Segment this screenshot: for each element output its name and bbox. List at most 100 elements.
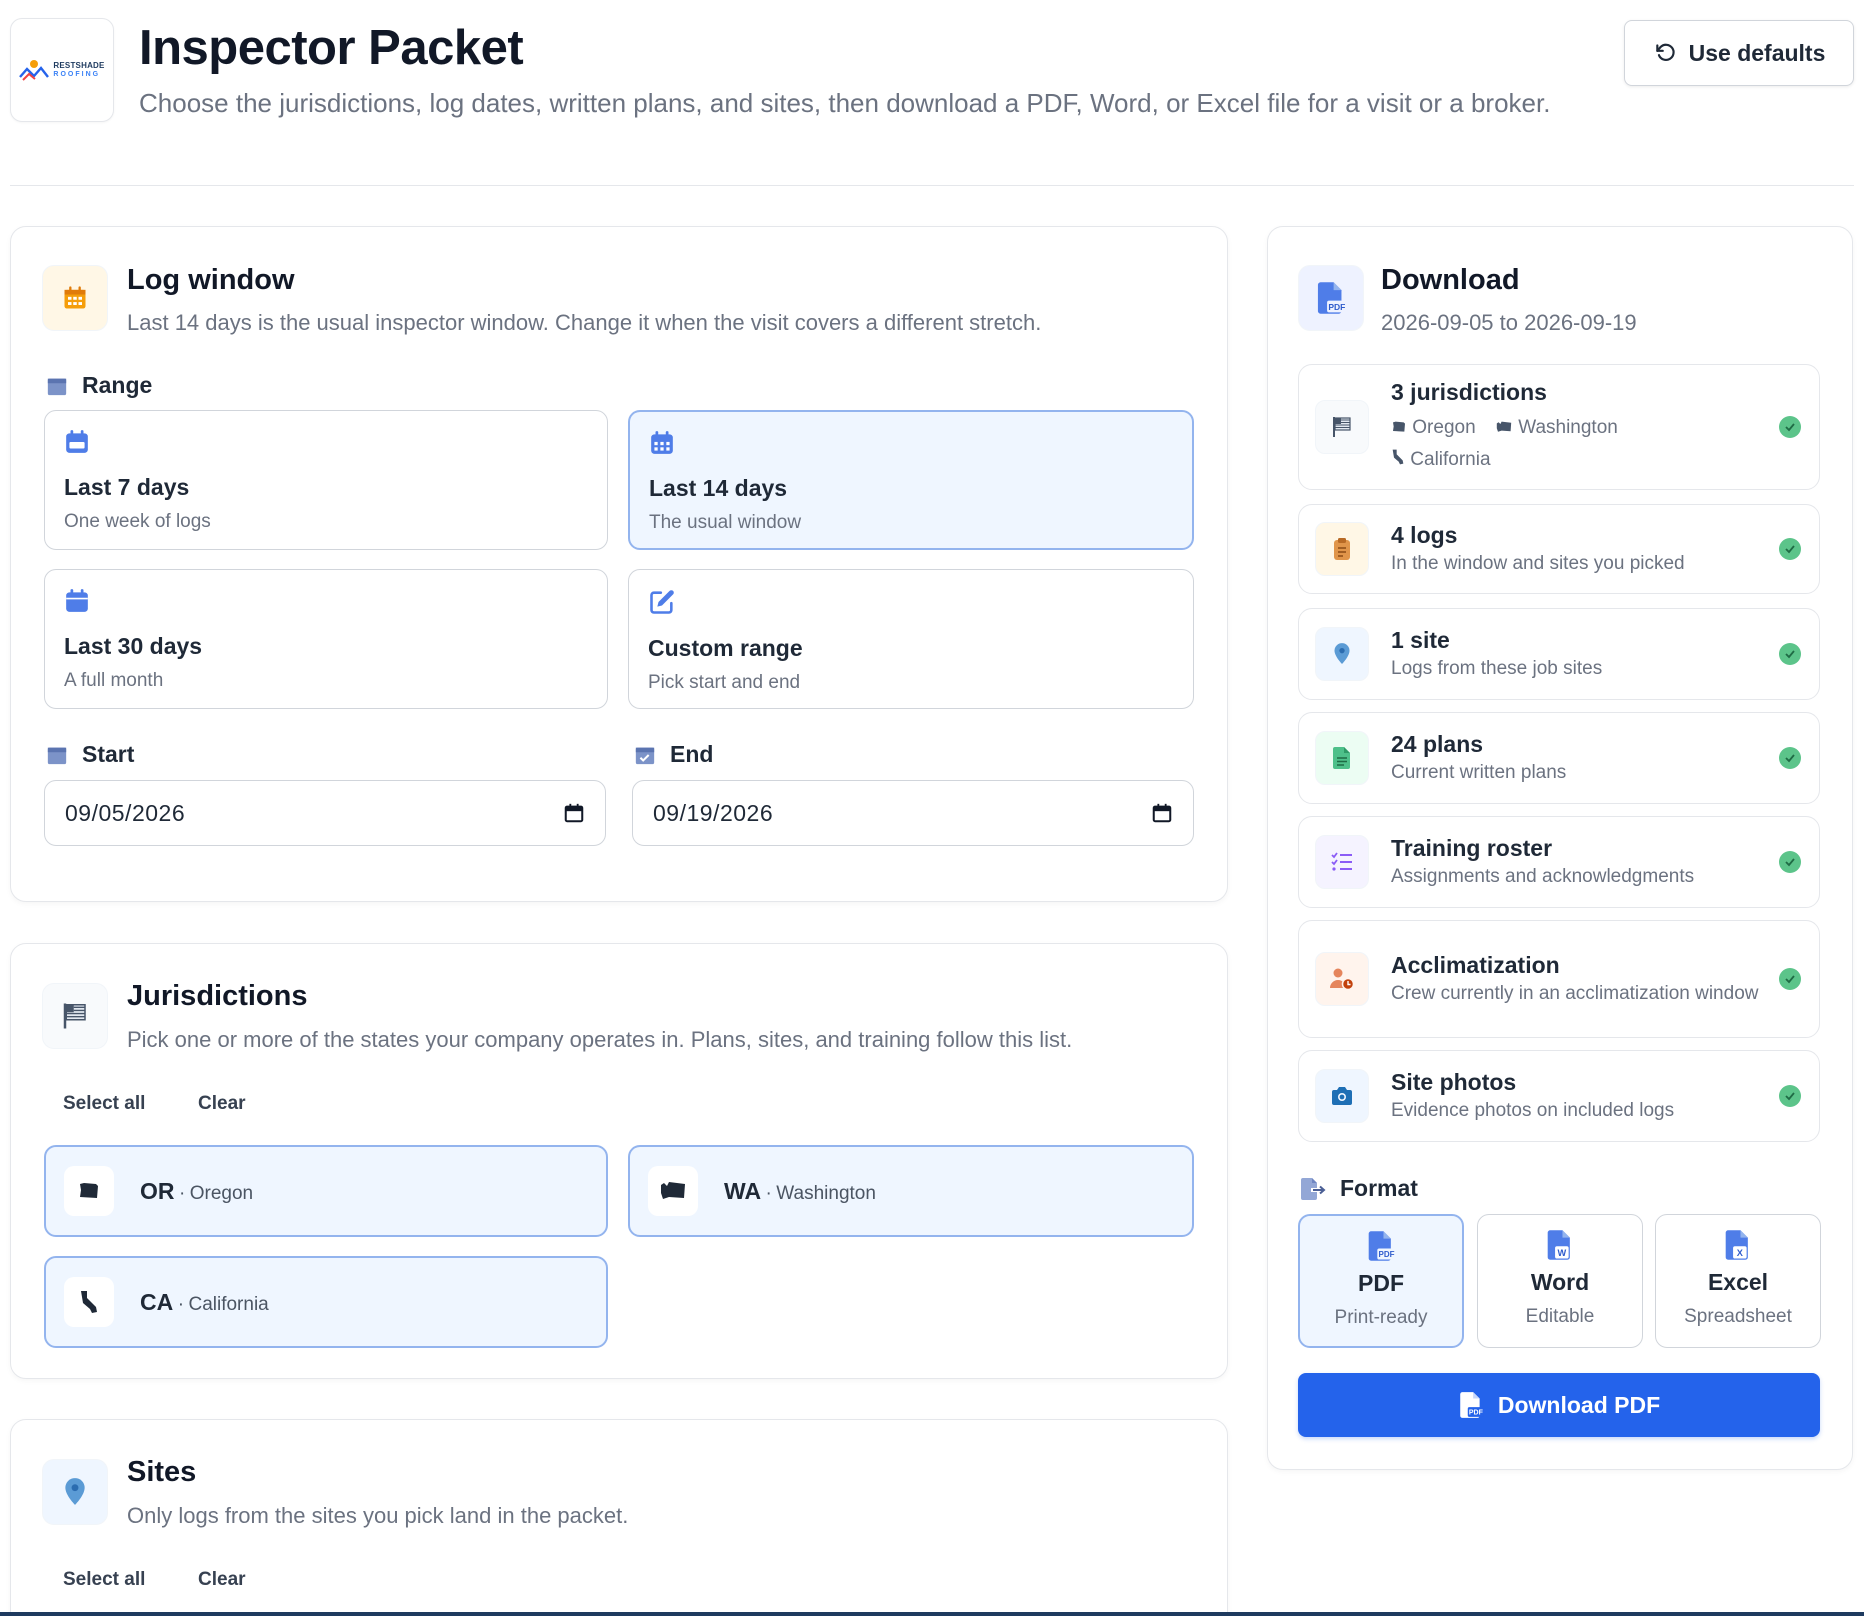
format-option-pdf[interactable]: PDF PDF Print-ready xyxy=(1298,1214,1464,1348)
calendar-week-icon xyxy=(66,430,88,453)
california-state-icon xyxy=(1392,449,1404,464)
edit-icon xyxy=(650,590,674,614)
calendar-picker-icon[interactable] xyxy=(1151,802,1173,824)
format-option-excel[interactable]: X Excel Spreadsheet xyxy=(1655,1214,1821,1348)
excel-file-icon: X xyxy=(1725,1230,1748,1260)
washington-state-icon xyxy=(648,1166,698,1216)
summary-plans: 24 plans Current written plans xyxy=(1298,712,1820,804)
summary-acclimatization: Acclimatization Crew currently in an acc… xyxy=(1298,920,1820,1038)
check-icon xyxy=(1779,851,1801,873)
summary-subtitle: Current written plans xyxy=(1391,761,1567,783)
word-file-icon: W xyxy=(1547,1230,1570,1260)
pdf-file-icon: PDF xyxy=(1460,1392,1484,1418)
format-title: Excel xyxy=(1707,1269,1769,1295)
company-logo: RESTSHADE ROOFING xyxy=(10,18,114,122)
check-icon xyxy=(1779,538,1801,560)
calendar-check-icon xyxy=(635,747,655,764)
format-title: PDF xyxy=(1358,1270,1404,1296)
summary-subtitle: Logs from these job sites xyxy=(1391,657,1603,679)
sites-select-all-button[interactable]: Select all xyxy=(63,1569,145,1591)
range-option-title: Last 7 days xyxy=(64,474,190,500)
jurisdiction-name: Washington xyxy=(776,1182,876,1204)
user-clock-icon xyxy=(1315,952,1369,1006)
summary-sites: 1 site Logs from these job sites xyxy=(1298,608,1820,700)
jurisdictions-description: Pick one or more of the states your comp… xyxy=(127,1027,1073,1052)
page-title: Inspector Packet xyxy=(139,21,524,75)
jurisdiction-abbr: WA xyxy=(724,1177,762,1204)
summary-title: Training roster xyxy=(1391,834,1553,861)
summary-title: Site photos xyxy=(1391,1068,1517,1095)
log-window-description: Last 14 days is the usual inspector wind… xyxy=(127,310,1042,335)
range-label: Range xyxy=(46,372,152,399)
oregon-state-icon xyxy=(64,1166,114,1216)
start-date-value: 09/05/2026 xyxy=(65,799,186,826)
jurisdiction-name: Oregon xyxy=(189,1182,254,1204)
summary-subtitle: In the window and sites you picked xyxy=(1391,552,1685,574)
svg-text:W: W xyxy=(1557,1248,1566,1258)
start-label: Start xyxy=(46,741,134,768)
calendar-picker-icon[interactable] xyxy=(563,802,585,824)
jurisdiction-abbr: OR xyxy=(140,1177,175,1204)
end-date-input[interactable]: 09/19/2026 xyxy=(632,780,1194,846)
format-subtitle: Print-ready xyxy=(1334,1307,1428,1328)
range-option-title: Last 14 days xyxy=(649,475,788,501)
tag-california: California xyxy=(1410,448,1491,470)
format-subtitle: Editable xyxy=(1525,1306,1595,1327)
jurisdiction-name: California xyxy=(188,1293,269,1315)
format-title: Word xyxy=(1530,1269,1590,1295)
range-option-custom[interactable]: Custom range Pick start and end xyxy=(628,569,1194,709)
check-icon xyxy=(1779,416,1801,438)
calendar-small-icon xyxy=(47,747,67,764)
camera-icon xyxy=(1315,1069,1369,1123)
pdf-file-icon: PDF xyxy=(1368,1231,1396,1261)
jurisdictions-select-all-button[interactable]: Select all xyxy=(63,1093,145,1115)
summary-title: Acclimatization xyxy=(1391,951,1560,978)
jurisdictions-clear-button[interactable]: Clear xyxy=(198,1093,246,1115)
file-export-icon xyxy=(1301,1177,1326,1200)
summary-title: 1 site xyxy=(1391,626,1450,653)
clipboard-icon xyxy=(1315,522,1369,576)
start-date-input[interactable]: 09/05/2026 xyxy=(44,780,606,846)
svg-text:PDF: PDF xyxy=(1469,1410,1484,1417)
jurisdiction-chip-washington[interactable]: WA · Washington xyxy=(628,1145,1194,1237)
download-title: Download xyxy=(1381,264,1520,296)
use-defaults-label: Use defaults xyxy=(1688,39,1826,66)
washington-state-icon xyxy=(1496,421,1512,432)
download-button[interactable]: PDF Download PDF xyxy=(1298,1373,1820,1437)
header-divider xyxy=(10,185,1854,186)
flag-icon xyxy=(42,983,108,1049)
jurisdictions-title: Jurisdictions xyxy=(127,980,308,1012)
summary-jurisdiction-tags: Oregon Washington California xyxy=(1391,412,1779,476)
format-label: Format xyxy=(1300,1175,1418,1202)
logo-text: RESTSHADE ROOFING xyxy=(53,61,105,78)
summary-subtitle: Evidence photos on included logs xyxy=(1391,1099,1675,1121)
oregon-state-icon xyxy=(1393,421,1405,432)
check-icon xyxy=(1779,1085,1801,1107)
range-option-last-7-days[interactable]: Last 7 days One week of logs xyxy=(44,410,608,550)
summary-jurisdictions: 3 jurisdictions Oregon Washington Califo… xyxy=(1298,364,1820,490)
check-icon xyxy=(1779,747,1801,769)
summary-title: 3 jurisdictions xyxy=(1391,378,1547,405)
sites-clear-button[interactable]: Clear xyxy=(198,1569,246,1591)
pdf-file-icon: PDF xyxy=(1298,265,1364,331)
range-option-last-30-days[interactable]: Last 30 days A full month xyxy=(44,569,608,709)
summary-logs: 4 logs In the window and sites you picke… xyxy=(1298,504,1820,594)
summary-subtitle: Crew currently in an acclimatization win… xyxy=(1391,982,1759,1004)
jurisdiction-chip-california[interactable]: CA · California xyxy=(44,1256,608,1348)
jurisdiction-chip-oregon[interactable]: OR · Oregon xyxy=(44,1145,608,1237)
range-option-title: Custom range xyxy=(648,635,803,661)
svg-text:X: X xyxy=(1737,1248,1744,1258)
format-option-word[interactable]: W Word Editable xyxy=(1477,1214,1643,1348)
summary-site-photos: Site photos Evidence photos on included … xyxy=(1298,1050,1820,1142)
range-option-last-14-days[interactable]: Last 14 days The usual window xyxy=(628,410,1194,550)
log-window-title: Log window xyxy=(127,264,295,296)
range-option-subtitle: One week of logs xyxy=(64,511,211,532)
summary-title: 24 plans xyxy=(1391,730,1484,757)
range-option-subtitle: The usual window xyxy=(649,512,802,533)
use-defaults-button[interactable]: Use defaults xyxy=(1624,20,1854,86)
jurisdiction-separator: · xyxy=(178,1182,186,1204)
bottom-edge-bar xyxy=(0,1612,1864,1616)
sites-title: Sites xyxy=(127,1456,197,1488)
svg-text:PDF: PDF xyxy=(1379,1250,1395,1259)
map-pin-icon xyxy=(1315,627,1369,681)
